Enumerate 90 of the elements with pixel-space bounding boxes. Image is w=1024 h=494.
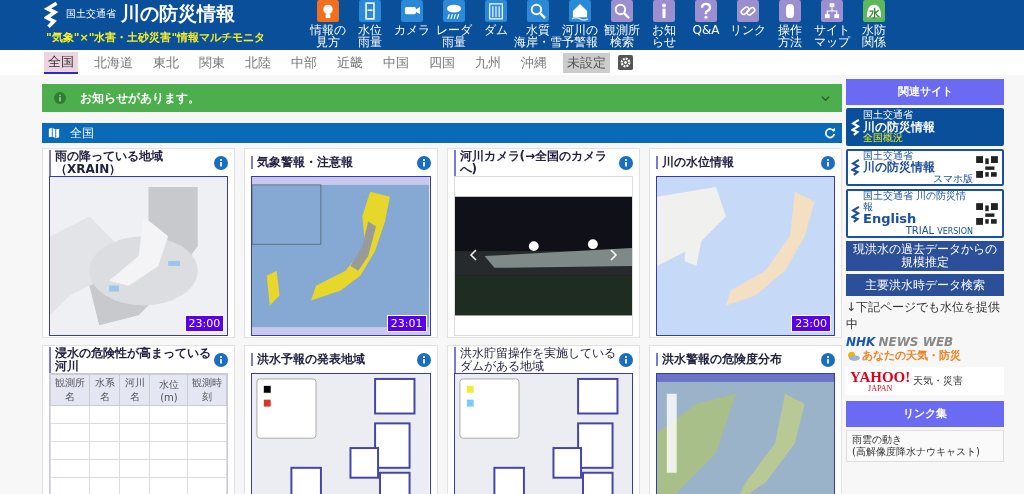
nav-link[interactable]: 水 水防 関係 [853, 0, 895, 48]
site-subtitle: "気象"×"水害・土砂災害"情報マルチモニタ [46, 30, 266, 45]
link-item[interactable]: 雨雲の動き (高解像度降水ナウキャスト) [852, 434, 998, 459]
card-title[interactable]: 洪水警報の危険度分布 [655, 353, 782, 366]
nav-link[interactable]: リンク [727, 0, 769, 48]
banner-service: NEWS WEB [878, 336, 954, 349]
region-tab[interactable]: 未設定 [563, 52, 610, 73]
region-tab[interactable]: 沖縄 [517, 52, 551, 73]
region-tab[interactable]: 四国 [425, 52, 459, 73]
region-tab[interactable]: 九州 [471, 52, 505, 73]
region-tab[interactable]: 関東 [195, 52, 229, 73]
timestamp-badge: 23:00 [184, 315, 225, 332]
nav-link[interactable]: Q&A [685, 0, 727, 48]
region-tab[interactable]: 北海道 [90, 52, 137, 73]
nav-link[interactable]: サイト マップ [811, 0, 853, 48]
column-header: 河川名 [119, 374, 150, 406]
site-banner[interactable]: 国土交通省 川の防災情報 スマホ版 [846, 148, 1004, 187]
sidebar-heading: リンク集 [846, 401, 1004, 428]
banner-caption: TRIAL [905, 225, 935, 237]
sidebar-heading: 関連サイト [846, 79, 1004, 105]
banner-title: 川の防災情報 [863, 120, 936, 134]
weather-site-banner[interactable]: NHK NEWS WEB あなたの天気・防災 [846, 336, 1004, 364]
info-icon[interactable] [618, 352, 633, 367]
settings-icon[interactable] [618, 55, 633, 70]
site-banner[interactable]: 国土交通省 川の防災情報 English TRIAL VERSION [846, 189, 1004, 239]
info-icon[interactable] [416, 155, 431, 170]
nav-link[interactable]: 観測所 検索 [601, 0, 643, 48]
region-tab[interactable]: 近畿 [333, 52, 367, 73]
banner-title: English [863, 212, 917, 226]
region-tab[interactable]: 中国 [379, 52, 413, 73]
nav-link[interactable]: 情報の 見方 [307, 0, 349, 48]
sun-cloud-icon [846, 350, 860, 361]
nav-link[interactable]: お知 らせ [643, 0, 685, 48]
card-title[interactable]: 気象警報・注意報 [251, 156, 354, 169]
column-header: 水位(m) [150, 374, 188, 406]
chevron-left-icon[interactable] [468, 249, 477, 261]
region-tab[interactable]: 中部 [287, 52, 321, 73]
notice-text: お知らせがあります。 [80, 89, 201, 107]
info-icon[interactable] [821, 352, 835, 367]
icon-glyph: 水 [868, 6, 880, 21]
info-icon[interactable] [214, 155, 229, 170]
banner-brand: NHK [846, 336, 876, 349]
banner-tagline: 天気・災害 [913, 374, 964, 389]
nav-link[interactable]: 水位 雨量 [349, 0, 391, 48]
agency-name: 国土交通省 [66, 7, 116, 21]
banner-subbrand: JAPAN [868, 384, 893, 393]
banner-brand: YAHOO! [850, 369, 911, 385]
qr-code-icon [975, 155, 999, 180]
chevron-right-icon[interactable] [609, 249, 618, 261]
column-header: 観測時刻 [187, 374, 227, 406]
banner-tagline: あなたの天気・防災 [862, 348, 961, 364]
region-tab[interactable]: 全国 [44, 51, 78, 74]
banner-caption: スマホ版 [933, 173, 973, 185]
card-title[interactable]: 洪水予報の発表地域 [251, 353, 366, 366]
site-title: 川の防災情報 [121, 1, 235, 26]
data-link-button[interactable]: 主要洪水時データ検索 [846, 274, 1004, 297]
nav-link[interactable]: 操作 方法 [769, 0, 811, 48]
banner-caption: VERSION [937, 227, 973, 237]
data-link-button[interactable]: 現洪水の過去データからの規模推定 [846, 241, 1004, 272]
site-banner[interactable]: 国土交通省 川の防災情報 全国概況 [846, 108, 1004, 146]
info-icon[interactable] [618, 155, 633, 170]
banner-caption: 全国概況 [863, 133, 903, 144]
column-header: 水系名 [89, 374, 120, 406]
qr-code-icon [975, 201, 999, 226]
map-icon [48, 127, 60, 139]
sidebar-note: ↓下記ページでも水位を提供中 [846, 299, 1002, 334]
card-title[interactable]: 川の水位情報 [655, 156, 734, 169]
river-logo-icon [851, 156, 861, 179]
info-icon[interactable] [214, 352, 229, 367]
nav-link[interactable]: レーダ 雨量 [433, 0, 475, 48]
banner-agency: 国土交通省 川の防災情報 [863, 191, 968, 213]
refresh-icon[interactable] [824, 127, 836, 139]
card-title[interactable]: 河川カメラ(→全国のカメラへ) [453, 149, 617, 176]
region-tab[interactable]: 東北 [149, 52, 183, 73]
timestamp-badge: 23:00 [791, 315, 831, 332]
timestamp-badge: 23:01 [386, 315, 427, 332]
info-icon[interactable] [821, 155, 835, 170]
info-icon [54, 92, 66, 104]
section-title: 全国 [70, 124, 94, 142]
column-header: 観測所名 [50, 374, 90, 406]
banner-agency: 国土交通省 [863, 110, 913, 120]
chevron-icon[interactable] [821, 93, 830, 103]
region-tab[interactable]: 北陸 [241, 52, 275, 73]
weather-site-banner[interactable]: YAHOO! JAPAN 天気・災害 [846, 367, 1004, 396]
nav-link[interactable]: カメラ [391, 0, 433, 48]
info-icon[interactable] [416, 352, 431, 367]
card-title[interactable]: 雨の降っている地域（XRAIN） [49, 149, 213, 176]
card-title[interactable]: 浸水の危険性が高まっている河川 [49, 346, 213, 373]
banner-title: 川の防災情報 [863, 161, 936, 174]
card-title[interactable]: 洪水貯留操作を実施しているダムがある地域 [453, 346, 617, 373]
